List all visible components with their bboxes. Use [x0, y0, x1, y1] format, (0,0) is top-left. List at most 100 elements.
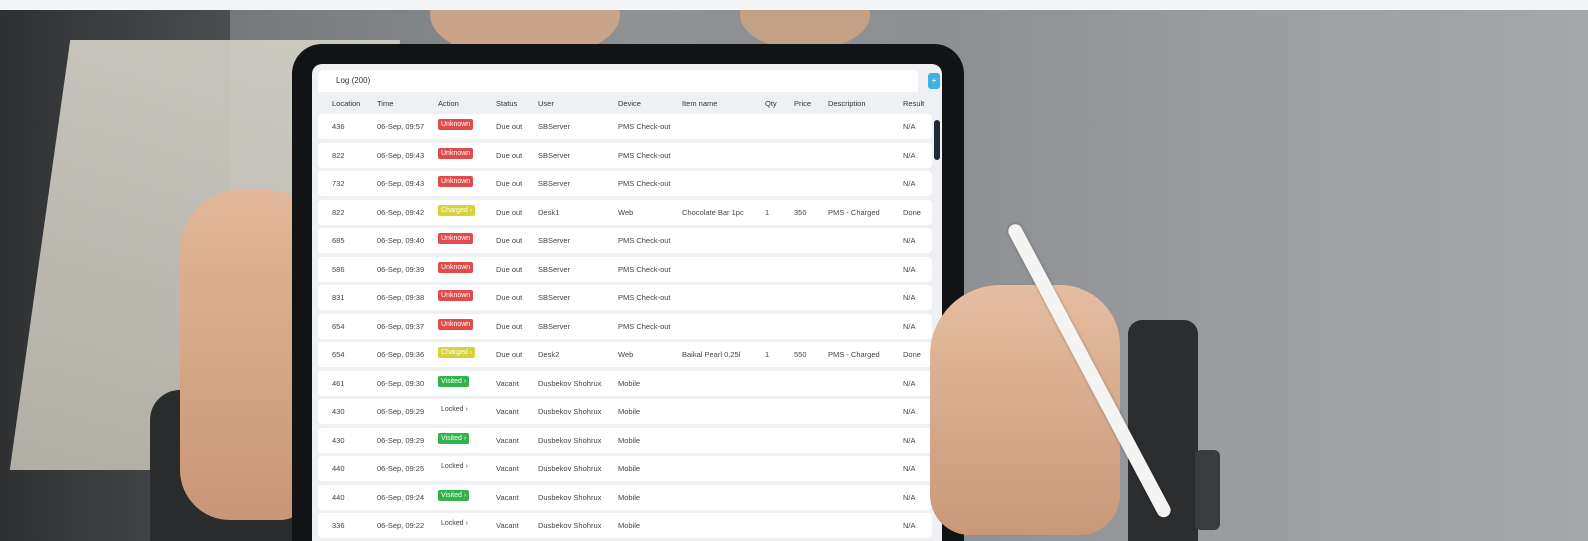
- cell-result: N/A: [903, 179, 916, 188]
- cell-user: Desk2: [538, 350, 560, 359]
- cell-time: 06-Sep, 09:36: [377, 350, 425, 359]
- log-title: Log (200): [318, 70, 918, 92]
- cell-user: SBServer: [538, 264, 571, 274]
- action-badge[interactable]: Charged ›: [438, 204, 476, 216]
- cell-location: 822: [332, 150, 345, 160]
- col-price[interactable]: Price: [794, 99, 811, 108]
- cell-time: 06-Sep, 09:37: [377, 321, 425, 331]
- action-badge[interactable]: Visited ›: [438, 375, 470, 387]
- cell-device: PMS Check-out: [618, 122, 671, 131]
- col-qty[interactable]: Qty: [765, 99, 777, 108]
- cell-device: PMS Check-out: [618, 150, 671, 160]
- action-badge[interactable]: Unknown: [438, 290, 474, 301]
- cell-user: Dusbekov Shohrux: [538, 492, 602, 502]
- table-row[interactable]: 654 06-Sep, 09:36 Charged › Due out Desk2 Web…: [318, 342, 932, 367]
- cell-user: SBServer: [538, 122, 571, 131]
- cell-result: N/A: [903, 407, 916, 416]
- table-row[interactable]: 685 06-Sep, 09:40 Unknown Due out SBServer PM…: [318, 228, 932, 253]
- cell-user: Dusbekov Shohrux: [538, 378, 602, 388]
- action-badge[interactable]: Visited ›: [438, 489, 470, 501]
- table-row[interactable]: 654 06-Sep, 09:37 Unknown Due out SBServer PM…: [318, 313, 932, 339]
- add-button[interactable]: +: [928, 73, 940, 89]
- cell-status: Vacant: [496, 464, 519, 473]
- table-row[interactable]: 822 06-Sep, 09:43 Unknown Due out SBServer PM…: [318, 142, 932, 168]
- table-scrollbar[interactable]: [934, 120, 940, 160]
- col-status[interactable]: Status: [496, 99, 517, 108]
- cell-status: Vacant: [496, 521, 519, 530]
- cell-qty: 1: [765, 207, 770, 217]
- cell-location: 430: [332, 435, 345, 445]
- action-badge[interactable]: Unknown: [438, 176, 474, 187]
- col-item-name[interactable]: Item name: [682, 99, 717, 108]
- table-row[interactable]: 461 06-Sep, 09:30 Visited › Vacant Dusbekov …: [318, 370, 932, 396]
- col-time[interactable]: Time: [377, 99, 393, 108]
- action-badge[interactable]: Unknown: [438, 233, 474, 244]
- action-badge[interactable]: Locked ›: [438, 404, 471, 415]
- cell-status: Due out: [496, 350, 523, 359]
- log-table-body: 436 06-Sep, 09:57 Unknown Due out SBServer PM…: [318, 114, 932, 541]
- cell-location: 436: [332, 122, 345, 131]
- action-badge[interactable]: Unknown: [438, 261, 474, 273]
- col-result[interactable]: Result: [903, 99, 924, 108]
- cell-qty: 1: [765, 350, 770, 359]
- cell-item-name: Baikal Pearl 0,25l: [682, 350, 741, 359]
- cell-device: Web: [618, 350, 634, 359]
- cell-user: Dusbekov Shohrux: [538, 407, 602, 416]
- cell-time: 06-Sep, 09:24: [377, 492, 425, 502]
- table-row[interactable]: 336 06-Sep, 09:22 Locked › Vacant Dusbekov S…: [318, 513, 932, 538]
- col-user[interactable]: User: [538, 99, 554, 108]
- cell-result: N/A: [903, 492, 916, 502]
- cell-result: N/A: [903, 122, 916, 131]
- table-row[interactable]: 436 06-Sep, 09:57 Unknown Due out SBServer PM…: [318, 114, 932, 139]
- cell-time: 06-Sep, 09:22: [377, 521, 425, 530]
- action-badge[interactable]: Visited ›: [438, 432, 470, 444]
- cell-status: Vacant: [496, 492, 519, 502]
- cell-user: Dusbekov Shohrux: [538, 435, 602, 445]
- cell-result: N/A: [903, 150, 916, 160]
- table-header: Location Time Action Status User Device …: [318, 94, 932, 116]
- action-badge[interactable]: Unknown: [438, 318, 474, 330]
- cell-location: 440: [332, 464, 345, 473]
- cell-time: 06-Sep, 09:38: [377, 293, 425, 302]
- col-location[interactable]: Location: [332, 99, 360, 108]
- table-row[interactable]: 586 06-Sep, 09:39 Unknown Due out SBServer PM…: [318, 256, 932, 282]
- table-row[interactable]: 430 06-Sep, 09:29 Locked › Vacant Dusbekov S…: [318, 399, 932, 424]
- action-badge[interactable]: Charged ›: [438, 347, 476, 358]
- col-action[interactable]: Action: [438, 99, 459, 108]
- cell-location: 732: [332, 179, 345, 188]
- action-badge[interactable]: Unknown: [438, 147, 474, 159]
- cell-status: Due out: [496, 179, 523, 188]
- cell-status: Due out: [496, 321, 523, 331]
- cell-item-name: Chocolate Bar 1pc: [682, 207, 744, 217]
- action-badge[interactable]: Locked ›: [438, 518, 471, 529]
- cell-location: 831: [332, 293, 345, 302]
- cell-result: N/A: [903, 521, 916, 530]
- col-description[interactable]: Description: [828, 99, 866, 108]
- cell-time: 06-Sep, 09:30: [377, 378, 425, 388]
- cell-device: PMS Check-out: [618, 321, 671, 331]
- cell-device: PMS Check-out: [618, 293, 671, 302]
- left-hand: [180, 190, 310, 520]
- table-row[interactable]: 831 06-Sep, 09:38 Unknown Due out SBServer PM…: [318, 285, 932, 310]
- cell-device: Mobile: [618, 521, 641, 530]
- cell-user: SBServer: [538, 150, 571, 160]
- cell-user: Desk1: [538, 207, 560, 217]
- cell-result: N/A: [903, 293, 916, 302]
- table-row[interactable]: 822 06-Sep, 09:42 Charged › Due out Desk1 Web…: [318, 199, 932, 225]
- cell-result: N/A: [903, 435, 916, 445]
- table-row[interactable]: 440 06-Sep, 09:25 Locked › Vacant Dusbekov S…: [318, 456, 932, 481]
- cell-user: SBServer: [538, 293, 571, 302]
- action-badge[interactable]: Unknown: [438, 119, 474, 130]
- cell-device: PMS Check-out: [618, 179, 671, 188]
- cell-result: N/A: [903, 321, 916, 331]
- table-row[interactable]: 732 06-Sep, 09:43 Unknown Due out SBServer PM…: [318, 171, 932, 196]
- cell-device: Web: [618, 207, 634, 217]
- cell-device: Mobile: [618, 435, 641, 445]
- table-row[interactable]: 440 06-Sep, 09:24 Visited › Vacant Dusbekov …: [318, 484, 932, 510]
- col-device[interactable]: Device: [618, 99, 641, 108]
- table-row[interactable]: 430 06-Sep, 09:29 Visited › Vacant Dusbekov …: [318, 427, 932, 453]
- cell-user: SBServer: [538, 179, 571, 188]
- cell-time: 06-Sep, 09:29: [377, 435, 425, 445]
- cell-result: N/A: [903, 236, 916, 245]
- action-badge[interactable]: Locked ›: [438, 461, 471, 472]
